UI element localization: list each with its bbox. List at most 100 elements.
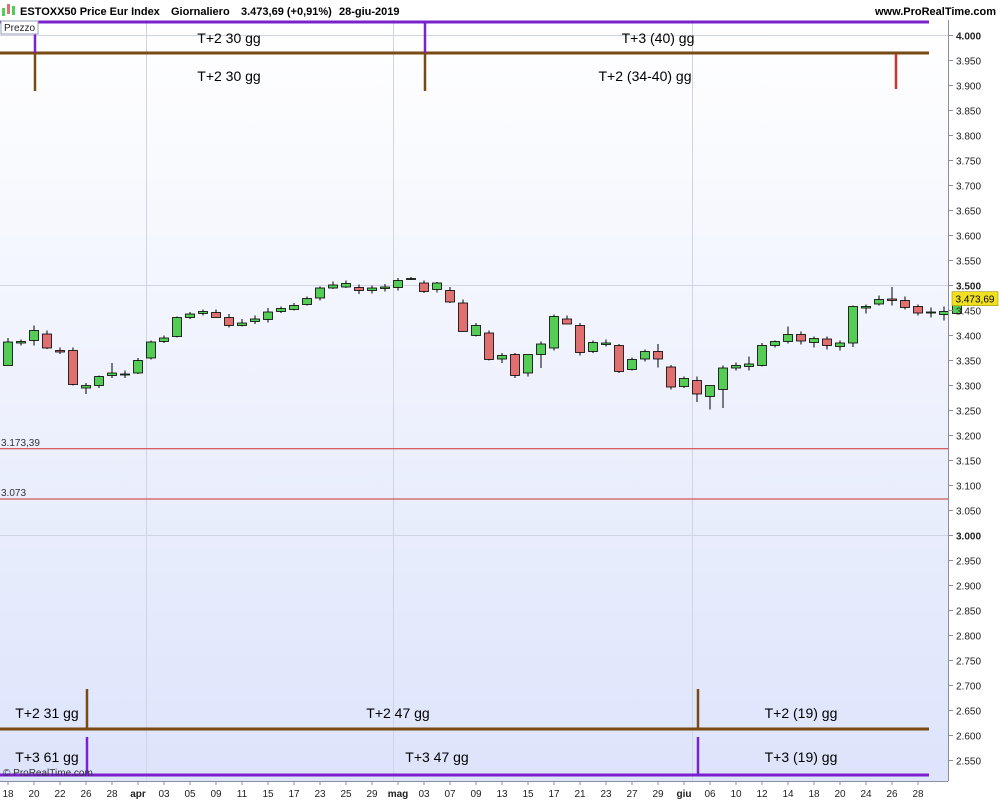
candle <box>848 306 858 344</box>
candle <box>757 345 767 366</box>
candle <box>81 385 91 389</box>
candle <box>679 378 689 387</box>
candle <box>718 367 728 390</box>
y-tick-label: 3.950 <box>956 57 981 68</box>
candle <box>549 316 559 349</box>
x-tick-label: 18 <box>2 789 14 800</box>
cycle-label: T+3 (19) gg <box>765 749 838 765</box>
support-label: 3.173,39 <box>1 438 40 449</box>
x-tick-label: 05 <box>184 789 196 800</box>
x-tick-label: 03 <box>418 789 430 800</box>
candle <box>172 317 182 337</box>
candle <box>159 337 169 342</box>
candle <box>94 376 104 386</box>
y-tick-label: 3.650 <box>956 207 981 218</box>
candle <box>653 351 663 360</box>
price-chart[interactable]: 3.173,39 3.073 T+2 30 gg T+3 (40) gg T+2 30… <box>0 0 1000 800</box>
header-site-link[interactable]: www.ProRealTime.com <box>874 6 996 18</box>
copyright-text: © ProRealTime.com <box>3 768 93 779</box>
cycle-label: T+2 (34-40) gg <box>599 68 692 84</box>
candle <box>133 360 143 374</box>
candle <box>562 318 572 325</box>
x-tick-label: 21 <box>574 789 586 800</box>
candle <box>835 342 845 347</box>
x-tick-label: 14 <box>782 789 794 800</box>
candle <box>783 334 793 342</box>
candle <box>874 299 884 305</box>
y-tick-label: 2.600 <box>956 732 981 743</box>
candle <box>809 338 819 343</box>
y-tick-label: 2.800 <box>956 632 981 643</box>
header-period: Giornaliero <box>171 6 230 18</box>
y-tick-label: 3.700 <box>956 182 981 193</box>
y-tick-label: 2.900 <box>956 582 981 593</box>
candle <box>939 311 949 315</box>
y-tick-label: 2.950 <box>956 557 981 568</box>
candle <box>510 354 520 376</box>
candle <box>211 312 221 318</box>
x-tick-label: 10 <box>730 789 742 800</box>
last-price-marker: 3.473,69 <box>951 291 999 306</box>
candle <box>198 311 208 314</box>
y-tick-label: 3.450 <box>956 307 981 318</box>
x-tick-label: 29 <box>366 789 378 800</box>
x-tick-label: 17 <box>548 789 560 800</box>
y-tick-label: 3.100 <box>956 482 981 493</box>
candle <box>289 305 299 310</box>
candle <box>185 313 195 318</box>
y-tick-label: 3.250 <box>956 407 981 418</box>
x-tick-label: 06 <box>704 789 716 800</box>
candle <box>16 341 26 344</box>
candle <box>55 350 65 353</box>
support-label: 3.073 <box>1 488 26 499</box>
x-tick-label: 11 <box>237 789 248 800</box>
candle <box>887 298 897 301</box>
x-tick-label: 09 <box>470 789 482 800</box>
cycle-label: T+2 47 gg <box>366 705 429 721</box>
plot-area[interactable] <box>0 20 948 781</box>
x-tick-label: 22 <box>54 789 66 800</box>
y-tick-label: 2.550 <box>956 757 981 768</box>
candle <box>302 298 312 305</box>
x-tick-label: 03 <box>158 789 170 800</box>
x-tick-label: 17 <box>288 789 300 800</box>
candle <box>42 333 52 349</box>
cycle-label: T+2 30 gg <box>197 68 260 84</box>
y-tick-label: 3.800 <box>956 132 981 143</box>
cycle-label: T+3 47 gg <box>405 749 468 765</box>
candle <box>588 342 598 352</box>
candle <box>315 287 325 299</box>
candle <box>432 282 442 290</box>
header-instrument: ESTOXX50 Price Eur Index <box>20 6 161 18</box>
x-tick-label: 25 <box>340 789 352 800</box>
x-tick-label: 28 <box>106 789 118 800</box>
cycle-label: T+2 31 gg <box>15 705 78 721</box>
panel-label: Prezzo <box>4 23 36 34</box>
candle <box>744 363 754 367</box>
cycle-label: T+3 61 gg <box>15 749 78 765</box>
candle <box>263 311 273 320</box>
candle <box>666 366 676 388</box>
x-tick-label: 23 <box>314 789 326 800</box>
y-tick-label: 3.850 <box>956 107 981 118</box>
y-tick-label: 2.850 <box>956 607 981 618</box>
candle <box>146 341 156 359</box>
cycle-label: T+2 (19) gg <box>765 705 838 721</box>
candle <box>367 287 377 291</box>
candle <box>861 306 871 309</box>
candle <box>627 359 637 370</box>
y-tick-label: 3.200 <box>956 432 981 443</box>
candle <box>380 286 390 289</box>
x-tick-label: 27 <box>626 789 638 800</box>
y-tick-label: 3.400 <box>956 332 981 343</box>
candle <box>640 351 650 360</box>
x-tick-label: 18 <box>808 789 820 800</box>
candle <box>3 341 13 366</box>
x-tick-label: 20 <box>28 789 40 800</box>
candle <box>445 290 455 303</box>
candle <box>770 341 780 346</box>
candle <box>913 306 923 314</box>
candle <box>484 332 494 360</box>
candle <box>705 385 715 397</box>
y-tick-label: 3.050 <box>956 507 981 518</box>
